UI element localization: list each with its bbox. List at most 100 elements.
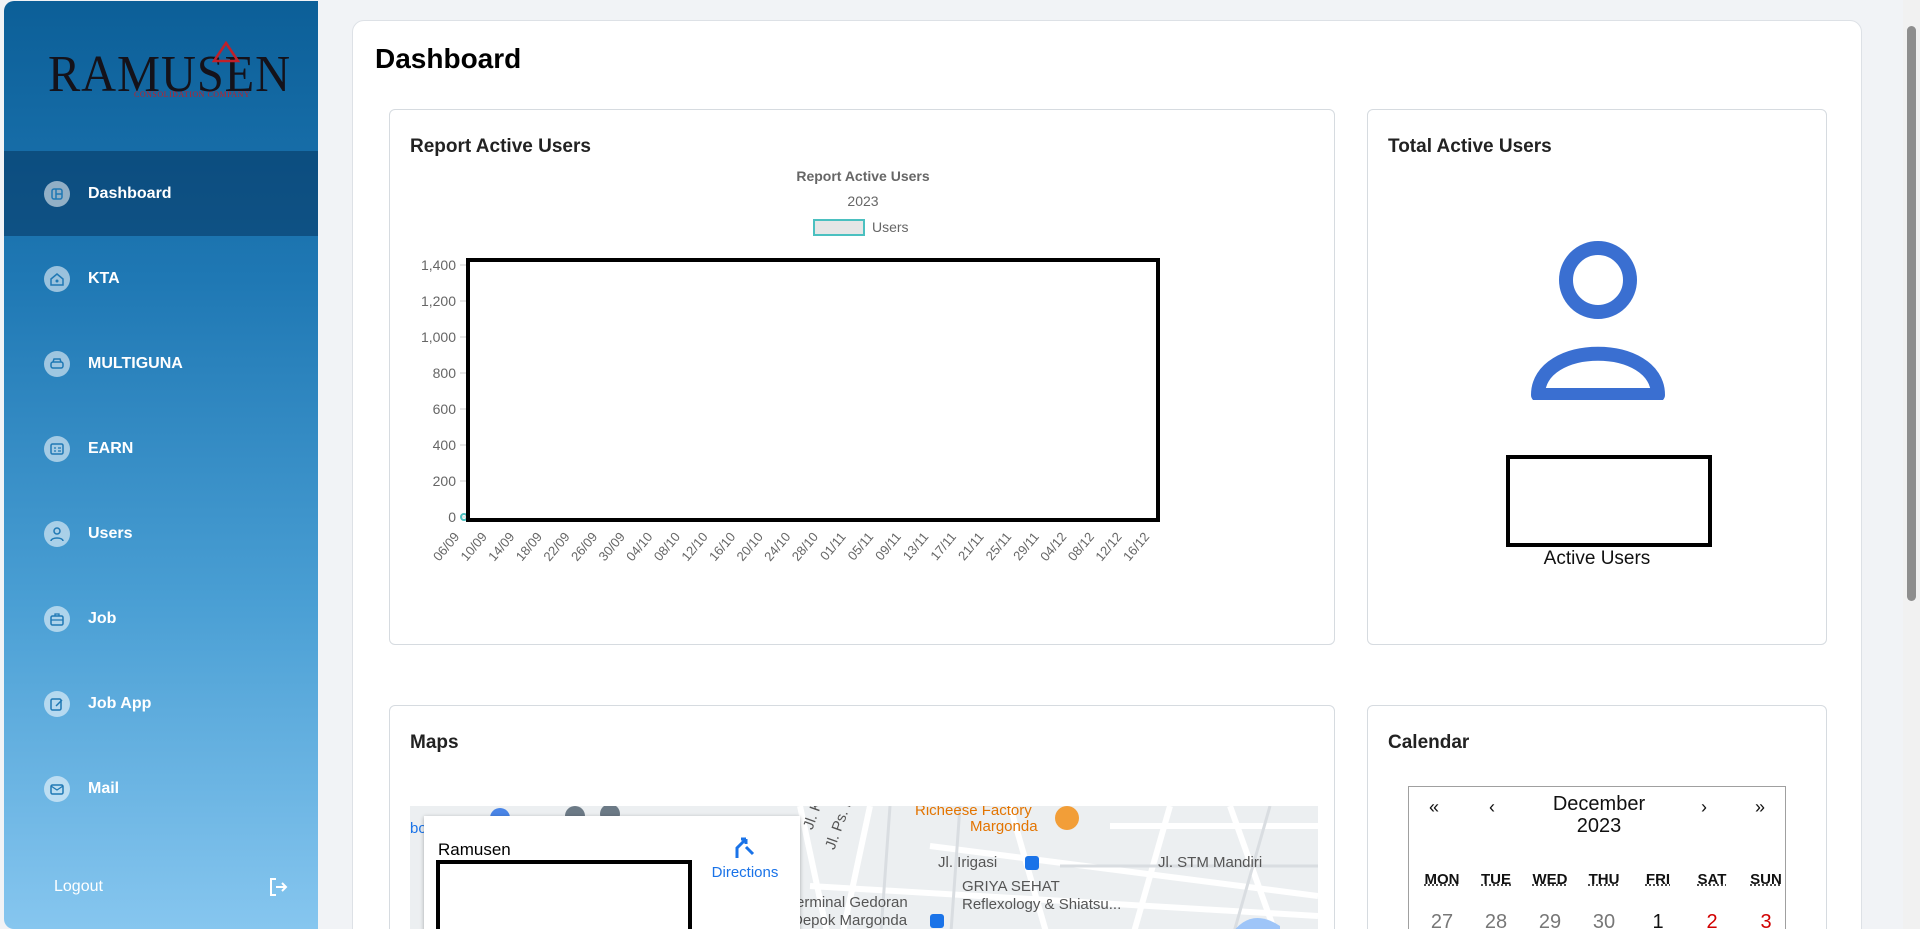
page-title: Dashboard bbox=[375, 43, 522, 74]
x-tick-label: 30/09 bbox=[595, 529, 627, 564]
logout-button[interactable]: Logout bbox=[54, 877, 288, 897]
mail-icon bbox=[44, 775, 70, 802]
calendar-day[interactable]: 30 bbox=[1577, 911, 1631, 929]
logo: RAMUSEN CONSOLIDATION COMPANY bbox=[4, 1, 318, 151]
x-tick-label: 13/11 bbox=[900, 529, 932, 563]
legend-swatch bbox=[813, 219, 865, 236]
calendar-day[interactable]: 29 bbox=[1523, 911, 1577, 929]
calendar: « ‹ December 2023 › » MON TUE WED THU FRI SAT… bbox=[1408, 786, 1786, 929]
sidebar-item-kta[interactable]: KTA bbox=[4, 236, 318, 321]
id-card-icon bbox=[44, 435, 70, 462]
calendar-year: 2023 bbox=[1576, 815, 1622, 837]
y-tick-label: 1,200 bbox=[421, 293, 456, 309]
map-label: Margonda bbox=[970, 818, 1038, 835]
x-tick-label: 08/10 bbox=[651, 529, 683, 564]
user-icon bbox=[44, 520, 70, 547]
x-tick-label: 22/09 bbox=[540, 529, 572, 564]
place-name: Ramusen bbox=[438, 840, 511, 859]
edit-icon bbox=[44, 690, 70, 717]
logout-label: Logout bbox=[54, 878, 103, 895]
weekday-header: FRI bbox=[1645, 871, 1671, 888]
main-content: Dashboard Report Active Users Report Act… bbox=[352, 20, 1862, 929]
logo-mark-icon bbox=[212, 41, 240, 63]
legend-label: Users bbox=[872, 219, 909, 235]
y-tick-label: 200 bbox=[433, 473, 457, 489]
calendar-panel: Calendar « ‹ December 2023 › » MON TUE WED… bbox=[1367, 705, 1827, 929]
weekday-header: SAT bbox=[1697, 871, 1727, 888]
logout-icon bbox=[270, 878, 288, 896]
y-tick-label: 400 bbox=[433, 437, 457, 453]
sidebar-item-label: EARN bbox=[88, 439, 134, 457]
sidebar-item-label: Job bbox=[88, 609, 117, 627]
sidebar-item-label: MULTIGUNA bbox=[88, 354, 183, 372]
x-tick-label: 09/11 bbox=[872, 529, 904, 563]
x-tick-label: 18/09 bbox=[513, 529, 545, 564]
calendar-day[interactable]: 27 bbox=[1415, 911, 1469, 929]
x-tick-label: 08/12 bbox=[1065, 529, 1097, 564]
car-icon bbox=[44, 350, 70, 377]
sidebar-item-earn[interactable]: EARN bbox=[4, 406, 318, 491]
calendar-panel-title: Calendar bbox=[1388, 732, 1470, 753]
weekday-header: TUE bbox=[1481, 871, 1511, 888]
sidebar-item-dashboard[interactable]: Dashboard bbox=[4, 151, 318, 236]
logo-tagline: CONSOLIDATION COMPANY bbox=[134, 90, 251, 99]
total-panel-title: Total Active Users bbox=[1388, 136, 1552, 157]
total-active-users-panel: Total Active Users Active Users bbox=[1367, 109, 1827, 645]
scroll-thumb[interactable] bbox=[1907, 26, 1916, 601]
map-label: Reflexology & Shiatsu... bbox=[962, 896, 1122, 913]
x-tick-label: 06/09 bbox=[430, 529, 462, 564]
maps-panel: Maps bo Richeese Factory Margonda Jl. Ir… bbox=[389, 705, 1335, 929]
map-label: GRIYA SEHAT bbox=[962, 878, 1060, 895]
sidebar-item-job-app[interactable]: Job App bbox=[4, 661, 318, 746]
x-tick-label: 04/12 bbox=[1037, 529, 1069, 564]
y-tick-label: 800 bbox=[433, 365, 457, 381]
weekday-header: MON bbox=[1424, 871, 1460, 888]
weekday-header: SUN bbox=[1750, 871, 1782, 888]
calendar-day[interactable]: 1 bbox=[1631, 911, 1685, 929]
sidebar: RAMUSEN CONSOLIDATION COMPANY Dashboard K… bbox=[4, 1, 318, 929]
sidebar-item-users[interactable]: Users bbox=[4, 491, 318, 576]
weekday-header: WED bbox=[1532, 871, 1568, 888]
vertical-scrollbar[interactable] bbox=[1903, 0, 1920, 929]
x-tick-label: 29/11 bbox=[1010, 529, 1042, 563]
directions-label: Directions bbox=[711, 864, 779, 881]
sidebar-item-label: Dashboard bbox=[88, 184, 172, 202]
sidebar-item-label: KTA bbox=[88, 269, 120, 287]
x-tick-label: 16/12 bbox=[1120, 529, 1152, 564]
y-tick-label: 0 bbox=[448, 509, 456, 525]
active-users-label: Active Users bbox=[1543, 548, 1651, 569]
y-tick-label: 1,000 bbox=[421, 329, 456, 345]
sidebar-nav: Dashboard KTA MULTIGUNA EARN Users Job Job App… bbox=[4, 151, 318, 831]
x-tick-label: 10/09 bbox=[457, 529, 489, 564]
y-tick-label: 600 bbox=[433, 401, 457, 417]
calendar-day[interactable]: 28 bbox=[1469, 911, 1523, 929]
x-tick-label: 12/10 bbox=[678, 529, 710, 564]
sidebar-item-label: Mail bbox=[88, 779, 120, 797]
directions-button[interactable]: Directions bbox=[710, 834, 780, 881]
sidebar-item-multiguna[interactable]: MULTIGUNA bbox=[4, 321, 318, 406]
x-tick-label: 16/10 bbox=[706, 529, 738, 564]
sidebar-item-label: Users bbox=[88, 524, 133, 542]
embedded-map[interactable]: bo Richeese Factory Margonda Jl. Irigasi… bbox=[410, 806, 1318, 929]
sidebar-item-mail[interactable]: Mail bbox=[4, 746, 318, 831]
map-label: Depok Margonda bbox=[792, 912, 908, 929]
directions-icon bbox=[735, 837, 755, 858]
active-users-chart: Report Active Users 2023 Users 1,400 1,200 1,… bbox=[421, 168, 1160, 564]
home-icon bbox=[44, 265, 70, 292]
report-active-users-panel: Report Active Users Report Active Users 2… bbox=[389, 109, 1335, 645]
x-tick-label: 24/10 bbox=[761, 529, 793, 564]
prev-month-button[interactable]: ‹ bbox=[1489, 797, 1495, 818]
x-tick-label: 14/09 bbox=[485, 529, 517, 564]
chart-title: Report Active Users bbox=[796, 168, 930, 184]
sidebar-item-job[interactable]: Job bbox=[4, 576, 318, 661]
calendar-day[interactable]: 3 bbox=[1739, 911, 1793, 929]
calendar-month-label[interactable]: December 2023 bbox=[1509, 793, 1689, 837]
x-tick-label: 20/10 bbox=[733, 529, 765, 564]
x-tick-label: 21/11 bbox=[955, 529, 987, 563]
next-month-button[interactable]: › bbox=[1701, 797, 1707, 818]
plot-area bbox=[466, 258, 1160, 522]
x-tick-label: 25/11 bbox=[983, 529, 1015, 563]
prev-year-button[interactable]: « bbox=[1429, 797, 1439, 818]
calendar-day[interactable]: 2 bbox=[1685, 911, 1739, 929]
next-year-button[interactable]: » bbox=[1755, 797, 1765, 818]
